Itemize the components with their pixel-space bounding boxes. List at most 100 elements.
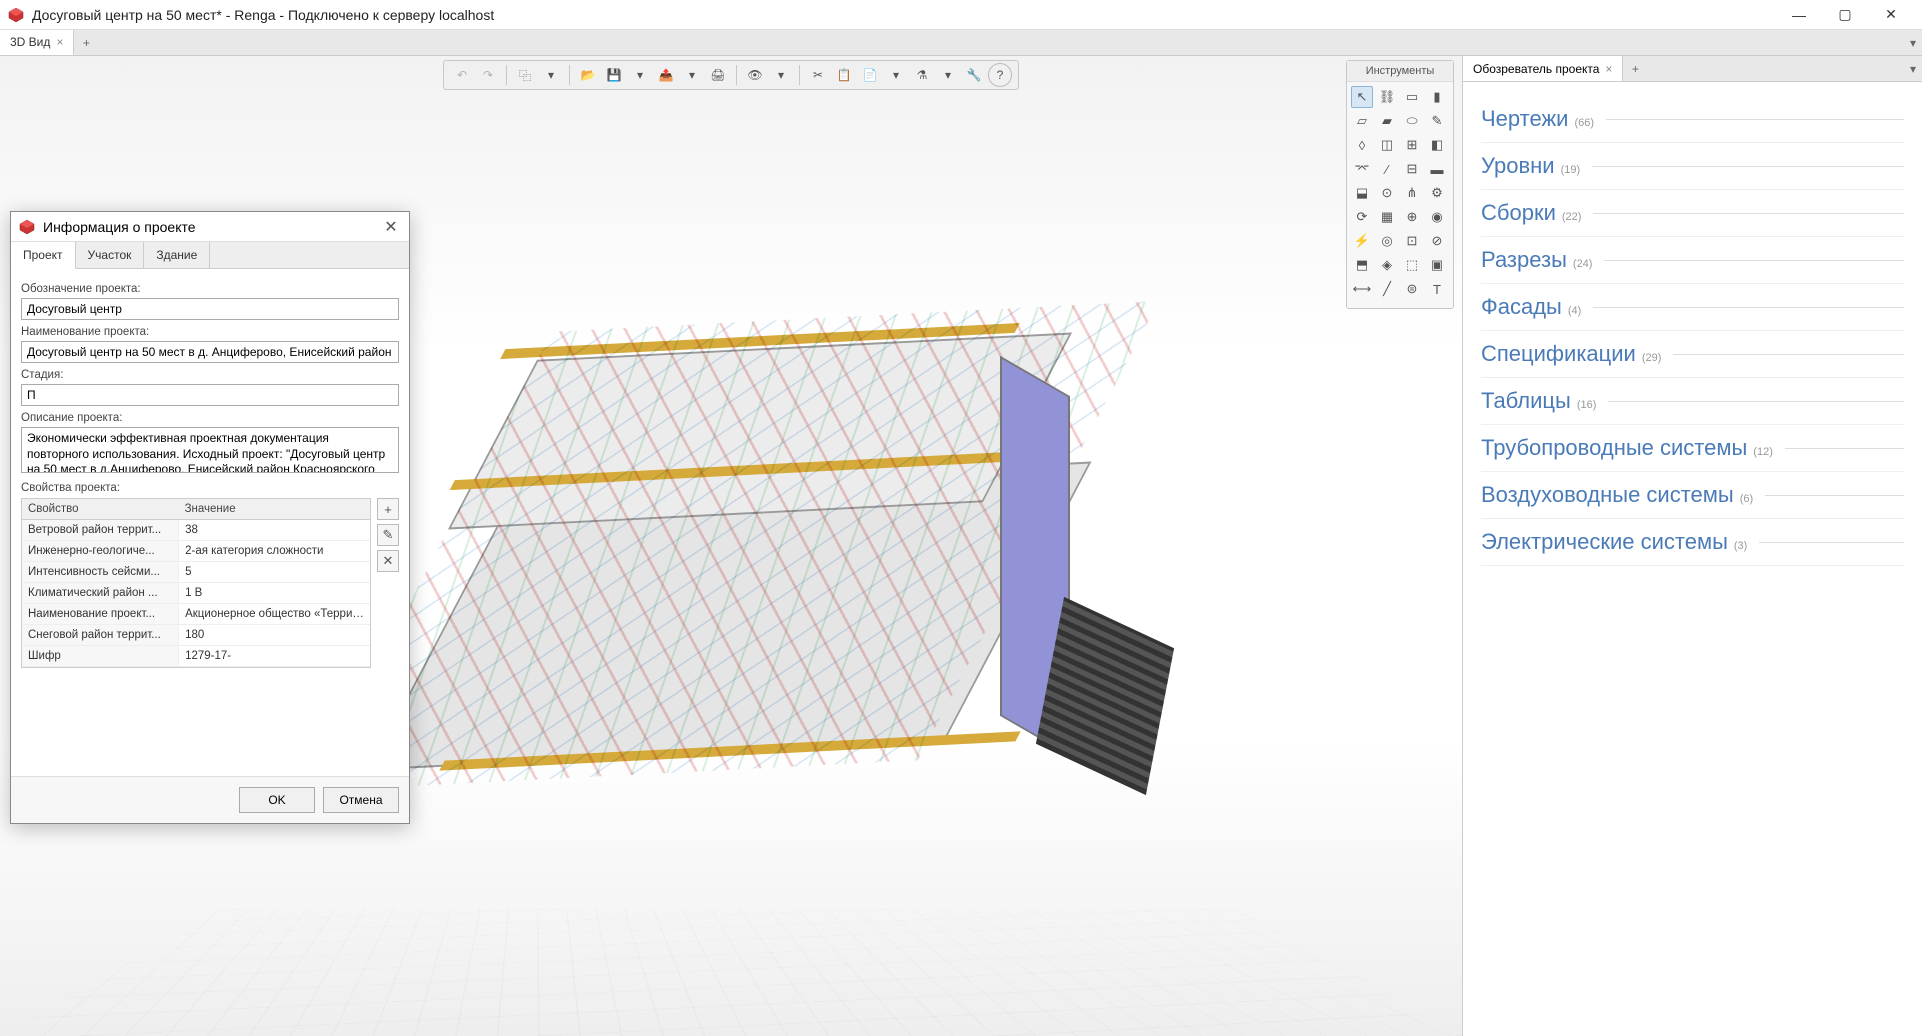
socket-tool[interactable]: ⊡ xyxy=(1401,230,1423,252)
filter-button[interactable]: ⚗ xyxy=(910,63,934,87)
input-project-code[interactable] xyxy=(21,298,399,320)
close-icon[interactable]: × xyxy=(1605,62,1612,76)
opening-tool[interactable]: ◫ xyxy=(1376,134,1398,156)
beam-tool[interactable]: ⬭ xyxy=(1401,110,1423,132)
electric-tool[interactable]: ⚡ xyxy=(1351,230,1373,252)
tab-dropdown-button[interactable]: ▾ xyxy=(1904,30,1922,55)
column-tool[interactable]: ▮ xyxy=(1426,86,1448,108)
copy-button[interactable]: ⿻ xyxy=(513,63,537,87)
dialog-titlebar[interactable]: Информация о проекте ✕ xyxy=(11,212,409,242)
dimension-tool[interactable]: ⟷ xyxy=(1351,278,1373,300)
browser-item[interactable]: Сборки(22) xyxy=(1481,190,1904,237)
browser-item[interactable]: Фасады(4) xyxy=(1481,284,1904,331)
input-stage[interactable] xyxy=(21,384,399,406)
dialog-tab-site[interactable]: Участок xyxy=(76,242,145,268)
input-description[interactable] xyxy=(21,427,399,473)
accessory-tool[interactable]: ◉ xyxy=(1426,206,1448,228)
select-tool[interactable]: ↖ xyxy=(1351,86,1373,108)
paste-button[interactable]: 📄 xyxy=(858,63,882,87)
view-button[interactable]: 👁 xyxy=(743,63,767,87)
cut-button[interactable]: ✂ xyxy=(806,63,830,87)
browser-item[interactable]: Таблицы(16) xyxy=(1481,378,1904,425)
add-tab-button[interactable]: + xyxy=(1623,56,1647,81)
remove-property-button[interactable]: ✕ xyxy=(377,550,399,572)
browser-item[interactable]: Разрезы(24) xyxy=(1481,237,1904,284)
ok-button[interactable]: OK xyxy=(239,787,315,813)
dialog-tab-project[interactable]: Проект xyxy=(11,242,76,269)
railing-tool[interactable]: ⊟ xyxy=(1401,158,1423,180)
open-button[interactable]: 📂 xyxy=(576,63,600,87)
level-tool[interactable]: ⊜ xyxy=(1401,278,1423,300)
tab-project-browser[interactable]: Обозреватель проекта × xyxy=(1463,56,1623,81)
stair-tool[interactable]: ⌤ xyxy=(1351,158,1373,180)
link-tool[interactable]: ⛓ xyxy=(1376,86,1398,108)
duct-tool[interactable]: ▦ xyxy=(1376,206,1398,228)
export-button[interactable]: 📤 xyxy=(654,63,678,87)
table-row[interactable]: Ветровой район террит...38 xyxy=(22,520,370,541)
maximize-button[interactable]: ▢ xyxy=(1822,0,1868,30)
browser-item[interactable]: Спецификации(29) xyxy=(1481,331,1904,378)
element-tool[interactable]: ▣ xyxy=(1426,254,1448,276)
line-tool[interactable]: ✎ xyxy=(1426,110,1448,132)
door-tool[interactable]: ◧ xyxy=(1426,134,1448,156)
dropdown-icon[interactable]: ▾ xyxy=(680,63,704,87)
table-row[interactable]: Наименование проект...Акционерное общест… xyxy=(22,604,370,625)
add-property-button[interactable]: + xyxy=(377,498,399,520)
pile-tool[interactable]: ⊙ xyxy=(1376,182,1398,204)
table-row[interactable]: Климатический район ...1 В xyxy=(22,583,370,604)
table-row[interactable]: Интенсивность сейсми...5 xyxy=(22,562,370,583)
switch-tool[interactable]: ⊘ xyxy=(1426,230,1448,252)
viewport-3d[interactable]: ↶ ↷ ⿻ ▾ 📂 💾 ▾ 📤 ▾ 🖨 👁 ▾ ✂ 📋 📄 ▾ ⚗ ▾ 🔧 ? xyxy=(0,56,1462,1036)
minimize-button[interactable]: — xyxy=(1776,0,1822,30)
dialog-tab-building[interactable]: Здание xyxy=(144,242,210,268)
dialog-close-button[interactable]: ✕ xyxy=(381,217,401,237)
input-project-name[interactable] xyxy=(21,341,399,363)
help-button[interactable]: ? xyxy=(988,63,1012,87)
floor-tool[interactable]: ▱ xyxy=(1351,110,1373,132)
close-icon[interactable]: × xyxy=(56,35,63,49)
browser-item[interactable]: Уровни(19) xyxy=(1481,143,1904,190)
text-tool[interactable]: T xyxy=(1426,278,1448,300)
dropdown-icon[interactable]: ▾ xyxy=(769,63,793,87)
roof-tool[interactable]: ◊ xyxy=(1351,134,1373,156)
close-button[interactable]: ✕ xyxy=(1868,0,1914,30)
window-tool[interactable]: ⊞ xyxy=(1401,134,1423,156)
save-button[interactable]: 💾 xyxy=(602,63,626,87)
fitting-tool[interactable]: ⊕ xyxy=(1401,206,1423,228)
browser-item[interactable]: Трубопроводные системы(12) xyxy=(1481,425,1904,472)
redo-button[interactable]: ↷ xyxy=(476,63,500,87)
tab-3d-view[interactable]: 3D Вид × xyxy=(0,30,74,55)
dropdown-icon[interactable]: ▾ xyxy=(539,63,563,87)
axis-tool[interactable]: ╱ xyxy=(1376,278,1398,300)
pipe-tool[interactable]: ⟳ xyxy=(1351,206,1373,228)
tab-dropdown-button[interactable]: ▾ xyxy=(1904,56,1922,81)
dropdown-icon[interactable]: ▾ xyxy=(884,63,908,87)
dropdown-icon[interactable]: ▾ xyxy=(628,63,652,87)
copy2-button[interactable]: 📋 xyxy=(832,63,856,87)
slab-tool[interactable]: ▰ xyxy=(1376,110,1398,132)
table-row[interactable]: Инженерно-геологиче...2-ая категория сло… xyxy=(22,541,370,562)
wall-tool[interactable]: ▭ xyxy=(1401,86,1423,108)
properties-table[interactable]: Свойство Значение Ветровой район террит.… xyxy=(21,498,371,668)
cancel-button[interactable]: Отмена xyxy=(323,787,399,813)
foundation-tool[interactable]: ⬓ xyxy=(1351,182,1373,204)
browser-item[interactable]: Электрические системы(3) xyxy=(1481,519,1904,566)
browser-item[interactable]: Чертежи(66) xyxy=(1481,96,1904,143)
rebar-tool[interactable]: ⋔ xyxy=(1401,182,1423,204)
equipment-tool[interactable]: ⚙ xyxy=(1426,182,1448,204)
print-button[interactable]: 🖨 xyxy=(706,63,730,87)
plate-tool[interactable]: ▬ xyxy=(1426,158,1448,180)
table-row[interactable]: Снеговой район террит...180 xyxy=(22,625,370,646)
undo-button[interactable]: ↶ xyxy=(450,63,474,87)
settings-button[interactable]: 🔧 xyxy=(962,63,986,87)
browser-item[interactable]: Воздуховодные системы(6) xyxy=(1481,472,1904,519)
edit-property-button[interactable]: ✎ xyxy=(377,524,399,546)
add-tab-button[interactable]: + xyxy=(74,30,98,55)
light-tool[interactable]: ◎ xyxy=(1376,230,1398,252)
ramp-tool[interactable]: ∕ xyxy=(1376,158,1398,180)
table-row[interactable]: Шифр1279-17- xyxy=(22,646,370,667)
model-tool[interactable]: ◈ xyxy=(1376,254,1398,276)
section-tool[interactable]: ⬒ xyxy=(1351,254,1373,276)
dropdown-icon[interactable]: ▾ xyxy=(936,63,960,87)
assembly-tool[interactable]: ⬚ xyxy=(1401,254,1423,276)
